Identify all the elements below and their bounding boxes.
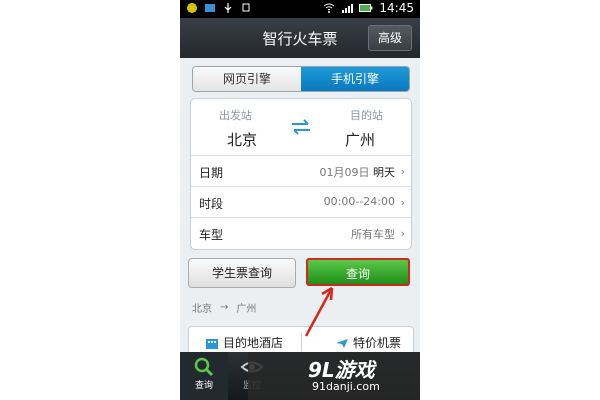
date-label: 日期	[199, 166, 224, 180]
tab-query-label: 查询	[194, 381, 213, 391]
date-text: 01月09日	[319, 166, 370, 179]
time-label: 时段	[199, 197, 224, 211]
tab-query[interactable]: 查询	[180, 352, 228, 400]
status-right-icons: 14:45	[323, 1, 414, 15]
date-row[interactable]: 日期 01月09日 明天 ›	[191, 156, 411, 187]
app-notification-icon	[187, 3, 197, 13]
watermark-url: 91danji.com	[312, 380, 380, 393]
flight-link[interactable]: 特价机票	[335, 334, 401, 351]
train-type-label: 车型	[199, 228, 224, 242]
chevron-right-icon: ›	[400, 227, 405, 240]
watermark: 9L游戏 91danji.com	[248, 352, 420, 400]
date-day: 明天	[373, 166, 395, 179]
time-value: 00:00--24:00	[323, 195, 395, 208]
history-from: 北京	[192, 304, 212, 315]
to-station-city[interactable]: 广州	[345, 129, 375, 150]
usb-icon	[224, 3, 232, 13]
phone-screen: 14:45 智行火车票 高级 网页引擎 手机引擎 出发站 北京 目的站 广州 日…	[180, 0, 420, 400]
history-arrow-icon: →	[220, 302, 229, 313]
search-history[interactable]: 北京 → 广州	[192, 300, 256, 315]
annotation-arrow-icon	[304, 286, 334, 337]
signal-icon	[342, 4, 354, 13]
from-station-city[interactable]: 北京	[227, 129, 257, 150]
to-station-label: 目的站	[350, 109, 383, 122]
title-bar: 智行火车票 高级	[180, 18, 420, 58]
image-notification-icon	[205, 4, 215, 12]
hotel-label: 目的地酒店	[223, 336, 284, 350]
swap-stations-icon[interactable]	[289, 119, 313, 135]
chevron-right-icon: ›	[400, 165, 405, 178]
time-row[interactable]: 时段 00:00--24:00 ›	[191, 187, 411, 218]
status-time: 14:45	[379, 1, 414, 15]
from-station-label: 出发站	[219, 109, 252, 122]
train-type-value: 所有车型	[351, 228, 395, 241]
watermark-logo: 9L游戏	[308, 358, 375, 382]
train-type-row[interactable]: 车型 所有车型 ›	[191, 218, 411, 248]
wifi-icon	[324, 3, 335, 13]
date-value: 01月09日 明天	[320, 164, 396, 180]
history-to: 广州	[236, 304, 257, 315]
hotel-icon	[206, 338, 218, 349]
engine-toggle: 网页引擎 手机引擎	[192, 66, 410, 92]
status-left-icons	[186, 2, 252, 14]
flight-label: 特价机票	[353, 336, 402, 350]
advanced-button[interactable]: 高级	[367, 25, 412, 51]
student-ticket-button[interactable]: 学生票查询	[188, 258, 296, 288]
tab-web-engine[interactable]: 网页引擎	[193, 67, 301, 91]
status-bar: 14:45	[180, 0, 420, 18]
chevron-right-icon: ›	[400, 196, 405, 209]
battery-icon	[359, 4, 373, 12]
search-icon	[194, 357, 214, 377]
tab-mobile-engine[interactable]: 手机引擎	[301, 67, 409, 91]
hotel-link[interactable]: 目的地酒店	[205, 334, 283, 351]
search-form-card: 出发站 北京 目的站 广州 日期 01月09日 明天 › 时段 00:00--2…	[190, 98, 412, 250]
station-row: 出发站 北京 目的站 广州	[191, 99, 411, 156]
download-icon	[242, 3, 250, 12]
